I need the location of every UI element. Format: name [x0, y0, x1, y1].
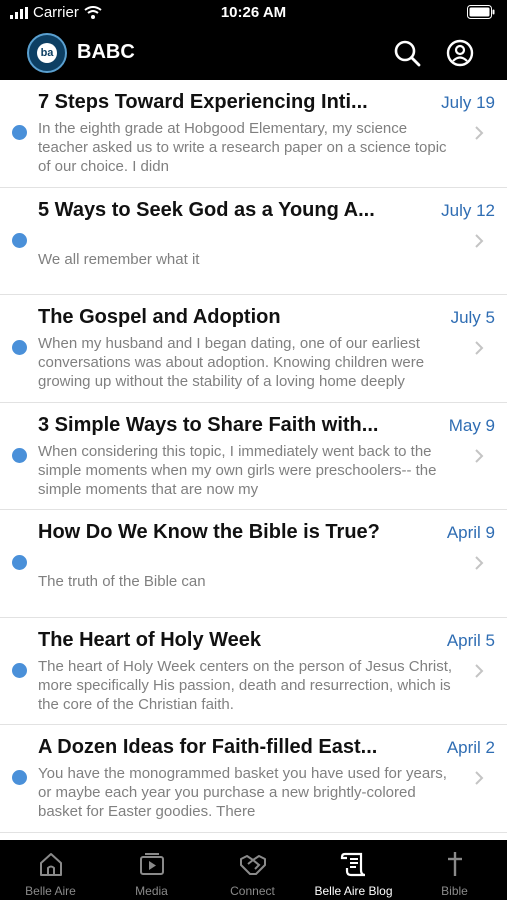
unread-dot: [12, 447, 27, 463]
unread-dot: [12, 770, 27, 785]
post-title: How Do We Know the Bible is True?: [38, 521, 380, 543]
post-date: April 9: [446, 523, 495, 542]
post-excerpt: When my husband and I began dating, one …: [38, 335, 425, 390]
post-excerpt: The heart of Holy Week centers on the pe…: [38, 657, 453, 713]
post-date: April 2: [446, 738, 495, 757]
post-excerpt: You have the monogrammed basket you have…: [38, 765, 447, 820]
chevron-right-icon: [475, 126, 484, 140]
status-time: 10:26 AM: [220, 4, 287, 21]
unread-dot: [12, 340, 27, 355]
app-title: BABC: [77, 41, 135, 63]
unread-dot: [12, 125, 27, 140]
tab-label: Belle Aire Blog: [314, 884, 393, 898]
list-item[interactable]: The Heart of Holy Week April 5 The heart…: [0, 618, 507, 725]
list-item[interactable]: 5 Ways to Seek God as a Young A... July …: [0, 188, 507, 295]
handshake-icon: [240, 855, 266, 875]
post-excerpt: In the eighth grade at Hobgood Elementar…: [38, 120, 447, 175]
play-tv-icon: [140, 853, 164, 875]
blog-post-list: 7 Steps Toward Experiencing Inti... July…: [0, 80, 507, 840]
cross-icon: [448, 852, 462, 876]
post-title: The Heart of Holy Week: [38, 628, 262, 651]
app-logo: ba: [27, 33, 67, 73]
chevron-right-icon: [475, 771, 484, 785]
list-item[interactable]: 7 Steps Toward Experiencing Inti... July…: [0, 80, 507, 188]
tab-label: Media: [135, 884, 168, 898]
post-date: May 9: [448, 415, 495, 435]
tab-bible[interactable]: Bible: [404, 840, 505, 900]
post-date: July 12: [441, 200, 495, 220]
chevron-right-icon: [475, 448, 484, 463]
unread-dot: [12, 555, 27, 570]
post-excerpt: When considering this topic, I immediate…: [38, 442, 437, 498]
logo-text: ba: [37, 43, 57, 63]
post-title: 3 Simple Ways to Share Faith with...: [38, 413, 379, 436]
app-header: ba BABC: [0, 26, 507, 80]
unread-dot: [12, 232, 27, 248]
post-title: A Dozen Ideas for Faith-filled East...: [38, 736, 378, 758]
unread-dot: [12, 662, 27, 678]
home-icon: [40, 853, 62, 876]
list-item[interactable]: How Do We Know the Bible is True? April …: [0, 510, 507, 618]
user-circle-icon[interactable]: [445, 38, 475, 68]
post-title: 7 Steps Toward Experiencing Inti...: [38, 91, 368, 113]
post-date: July 5: [450, 308, 495, 327]
tab-label: Connect: [230, 884, 275, 898]
chevron-right-icon: [475, 233, 484, 248]
tab-connect[interactable]: Connect: [202, 840, 303, 900]
status-bar: Carrier 10:26 AM: [0, 0, 507, 26]
list-item[interactable]: The Gospel and Adoption July 5 When my h…: [0, 295, 507, 403]
scroll-icon: [340, 852, 366, 877]
chevron-right-icon: [475, 556, 484, 570]
list-item[interactable]: A Dozen Ideas for Faith-filled East... A…: [0, 725, 507, 833]
chevron-right-icon: [475, 341, 484, 355]
tab-media[interactable]: Media: [101, 840, 202, 900]
tab-belle-aire-blog[interactable]: Belle Aire Blog: [303, 840, 404, 900]
post-date: April 5: [446, 630, 495, 650]
tab-label: Belle Aire: [25, 884, 76, 898]
battery-icon: [467, 5, 495, 24]
post-title: The Gospel and Adoption: [38, 306, 281, 328]
search-icon[interactable]: [392, 38, 422, 68]
chevron-right-icon: [475, 663, 484, 678]
post-date: July 19: [441, 93, 495, 112]
tab-bar: Belle Aire Media Connect Belle Aire Blog: [0, 840, 507, 900]
list-item[interactable]: 3 Simple Ways to Share Faith with... May…: [0, 403, 507, 510]
tab-label: Bible: [441, 884, 468, 898]
tab-belle-aire[interactable]: Belle Aire: [0, 840, 101, 900]
post-title: 5 Ways to Seek God as a Young A...: [38, 198, 375, 221]
